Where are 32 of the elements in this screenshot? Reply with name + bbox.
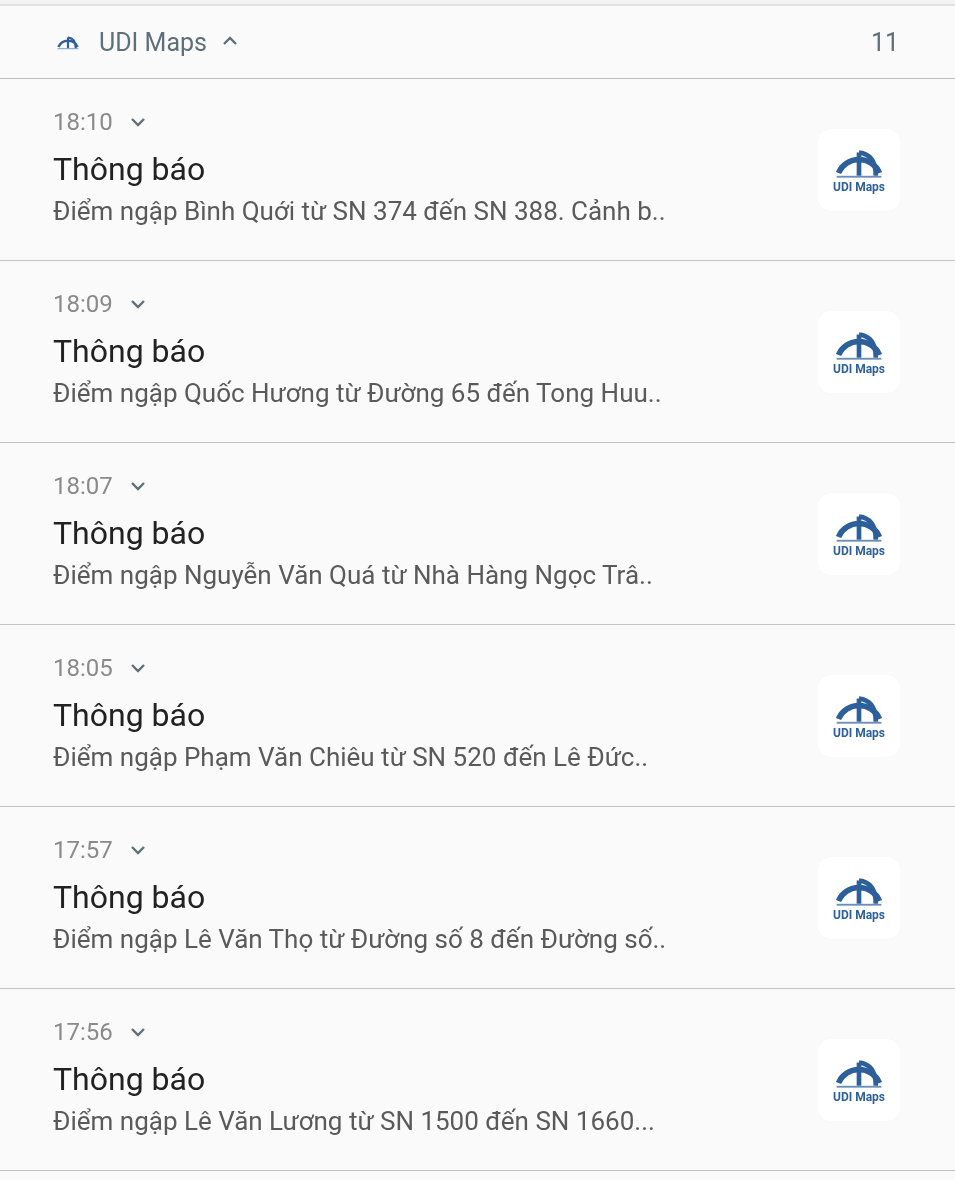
notification-text: Điểm ngập Lê Văn Lương từ SN 1500 đến SN 1660... [53, 1105, 656, 1136]
notification-count: 11 [870, 27, 899, 57]
notification-card[interactable]: 17:56 Thông báo Điểm ngập Lê Văn Lương từ SN 1500 đến SN 1660... UDI Maps [0, 989, 955, 1171]
notification-card[interactable]: 18:10 Thông báo Điểm ngập Bình Quới từ SN 374 đến SN 388. Cảnh b.. UDI Maps [0, 79, 955, 261]
app-logo-icon: UDI Maps [818, 128, 900, 211]
app-logo-icon: UDI Maps [818, 310, 900, 393]
app-logo-icon: UDI Maps [818, 674, 900, 757]
app-logo-icon: UDI Maps [818, 492, 900, 575]
notification-time: 18:09 [53, 289, 113, 318]
notification-title: Thông báo [53, 1059, 207, 1098]
notification-title: Thông báo [53, 695, 207, 734]
notification-time: 17:57 [53, 835, 113, 864]
notification-text: Điểm ngập Lê Văn Thọ từ Đường số 8 đến Đường số.. [53, 923, 668, 954]
notification-time: 18:05 [53, 653, 113, 682]
notification-text: Điểm ngập Quốc Hương từ Đường 65 đến Tong Huu.. [53, 377, 663, 408]
notification-card[interactable]: 18:09 Thông báo Điểm ngập Quốc Hương từ Đường 65 đến Tong Huu.. UDI Maps [0, 261, 955, 443]
notification-text: Điểm ngập Phạm Văn Chiêu từ SN 520 đến Lê Đức.. [53, 741, 650, 772]
app-logo-icon: UDI Maps [818, 1038, 900, 1121]
notification-time: 18:07 [53, 471, 113, 500]
app-logo-icon: UDI Maps [818, 856, 900, 939]
notification-title: Thông báo [53, 331, 207, 370]
notification-text: Điểm ngập Nguyễn Văn Quá từ Nhà Hàng Ngọc Trâ.. [53, 559, 654, 590]
app-name: UDI Maps [99, 27, 207, 57]
notification-title: Thông báo [53, 877, 207, 916]
notification-time: 17:56 [53, 1017, 113, 1046]
notification-text: Điểm ngập Bình Quới từ SN 374 đến SN 388. Cảnh b.. [53, 195, 667, 226]
notification-card[interactable]: 17:57 Thông báo Điểm ngập Lê Văn Thọ từ Đường số 8 đến Đường số.. UDI Maps [0, 807, 955, 989]
notification-card[interactable]: 18:07 Thông báo Điểm ngập Nguyễn Văn Quá từ Nhà Hàng Ngọc Trâ.. UDI Maps [0, 443, 955, 625]
notification-title: Thông báo [53, 149, 207, 188]
notification-time: 18:10 [53, 107, 113, 136]
notification-title: Thông báo [53, 513, 207, 552]
notification-card[interactable]: 18:05 Thông báo Điểm ngập Phạm Văn Chiêu từ SN 520 đến Lê Đức.. UDI Maps [0, 625, 955, 807]
